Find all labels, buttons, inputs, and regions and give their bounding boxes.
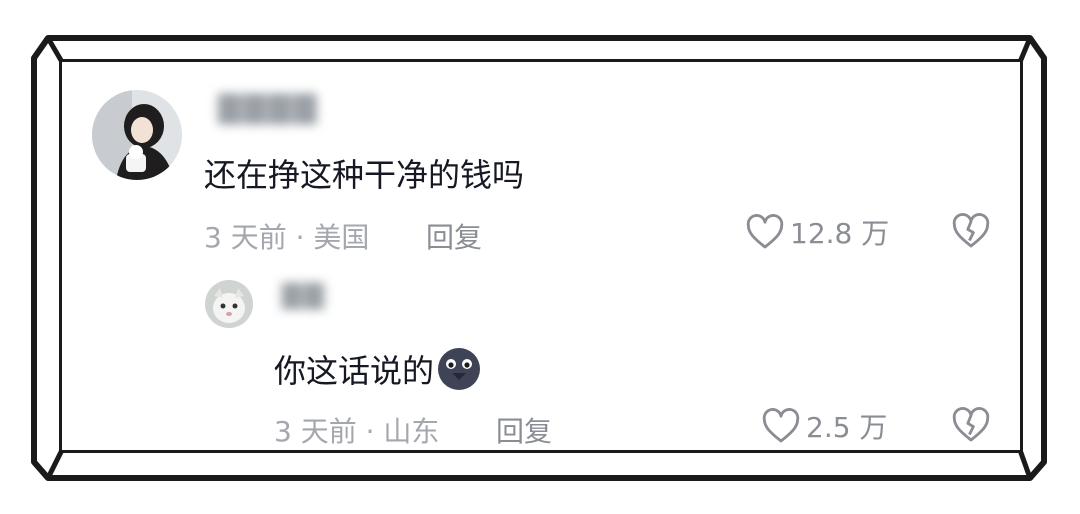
comment-meta: 3 天前 · 美国	[204, 221, 370, 254]
reply-button[interactable]: 回复	[496, 410, 552, 450]
avatar[interactable]	[205, 280, 253, 328]
like-count: 12.8 万	[790, 217, 890, 250]
like-button[interactable]: 2.5 万	[762, 406, 887, 446]
like-button[interactable]: 12.8 万	[746, 212, 889, 252]
username[interactable]: ▇▇▇▇	[218, 90, 318, 125]
comment-card: ▇▇▇▇ 还在挣这种干净的钱吗 3 天前 · 美国 回复 12.8 万 ▇▇ 你…	[62, 62, 1020, 450]
comment-item: ▇▇▇▇ 还在挣这种干净的钱吗 3 天前 · 美国 回复 12.8 万	[62, 62, 1020, 262]
broken-heart-icon[interactable]	[952, 212, 990, 250]
dark-bird-emoji-icon	[438, 348, 481, 390]
reply-meta: 3 天前 · 山东	[274, 415, 440, 448]
reply-text-content: 你这话说的	[274, 352, 435, 390]
username[interactable]: ▇▇	[282, 280, 326, 310]
avatar[interactable]	[92, 90, 182, 180]
like-count: 2.5 万	[806, 411, 888, 444]
reply-button[interactable]: 回复	[426, 216, 482, 256]
heart-icon	[762, 408, 800, 443]
heart-icon	[746, 214, 784, 249]
comment-text: 还在挣这种干净的钱吗	[204, 156, 525, 194]
broken-heart-icon[interactable]	[952, 406, 990, 444]
reply-item: ▇▇ 你这话说的 3 天前 · 山东 回复 2.5 万	[62, 262, 1020, 450]
reply-text: 你这话说的	[274, 346, 482, 392]
